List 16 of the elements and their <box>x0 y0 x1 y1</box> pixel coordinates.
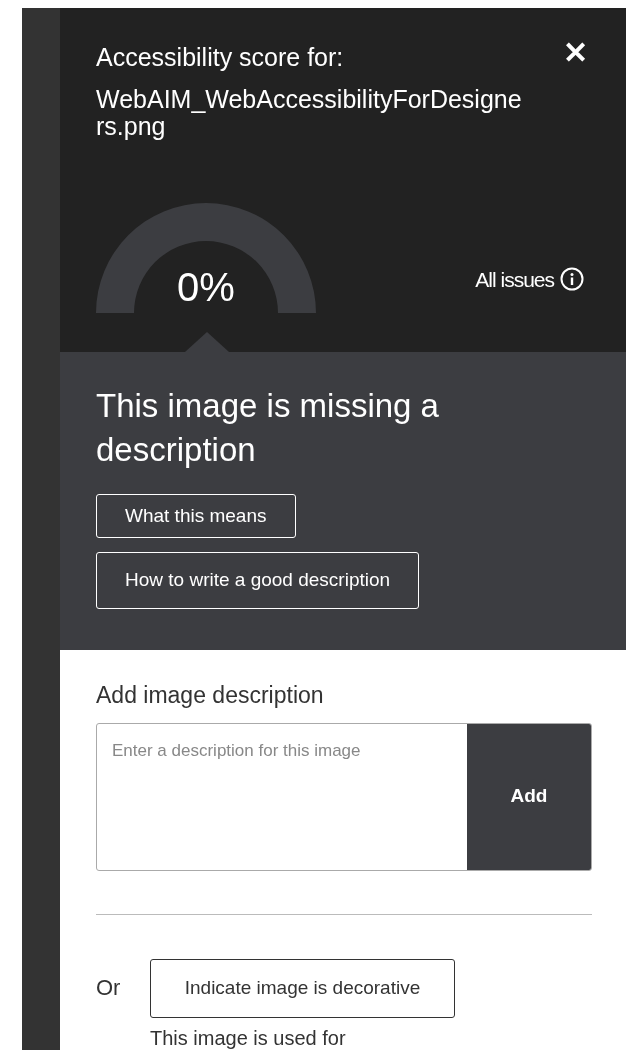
decorative-button[interactable]: Indicate image is decorative <box>150 958 455 1018</box>
description-field[interactable]: Enter a description for this image <box>97 723 467 870</box>
help-button[interactable]: How to write a good description <box>96 552 420 609</box>
description-box[interactable]: Enter a description for this image Add <box>96 722 592 871</box>
decorative-note: This image is used for <box>150 1025 346 1050</box>
file-name: WebAIM_WebAccessibilityForDesigners.png <box>96 86 523 140</box>
score-value: 0% <box>176 264 236 311</box>
issue-heading: This image is missing a description <box>96 386 440 470</box>
field-label: Add image description <box>96 681 325 710</box>
help-button[interactable]: What this means <box>96 494 296 538</box>
all-issues-link[interactable]: All issues <box>475 263 584 295</box>
panel-title: Accessibility score for: <box>96 42 345 72</box>
close-button[interactable]: ✕ <box>563 38 588 68</box>
add-button[interactable]: Add <box>467 723 591 870</box>
info-icon <box>560 267 584 292</box>
or-label: Or <box>96 973 122 1002</box>
